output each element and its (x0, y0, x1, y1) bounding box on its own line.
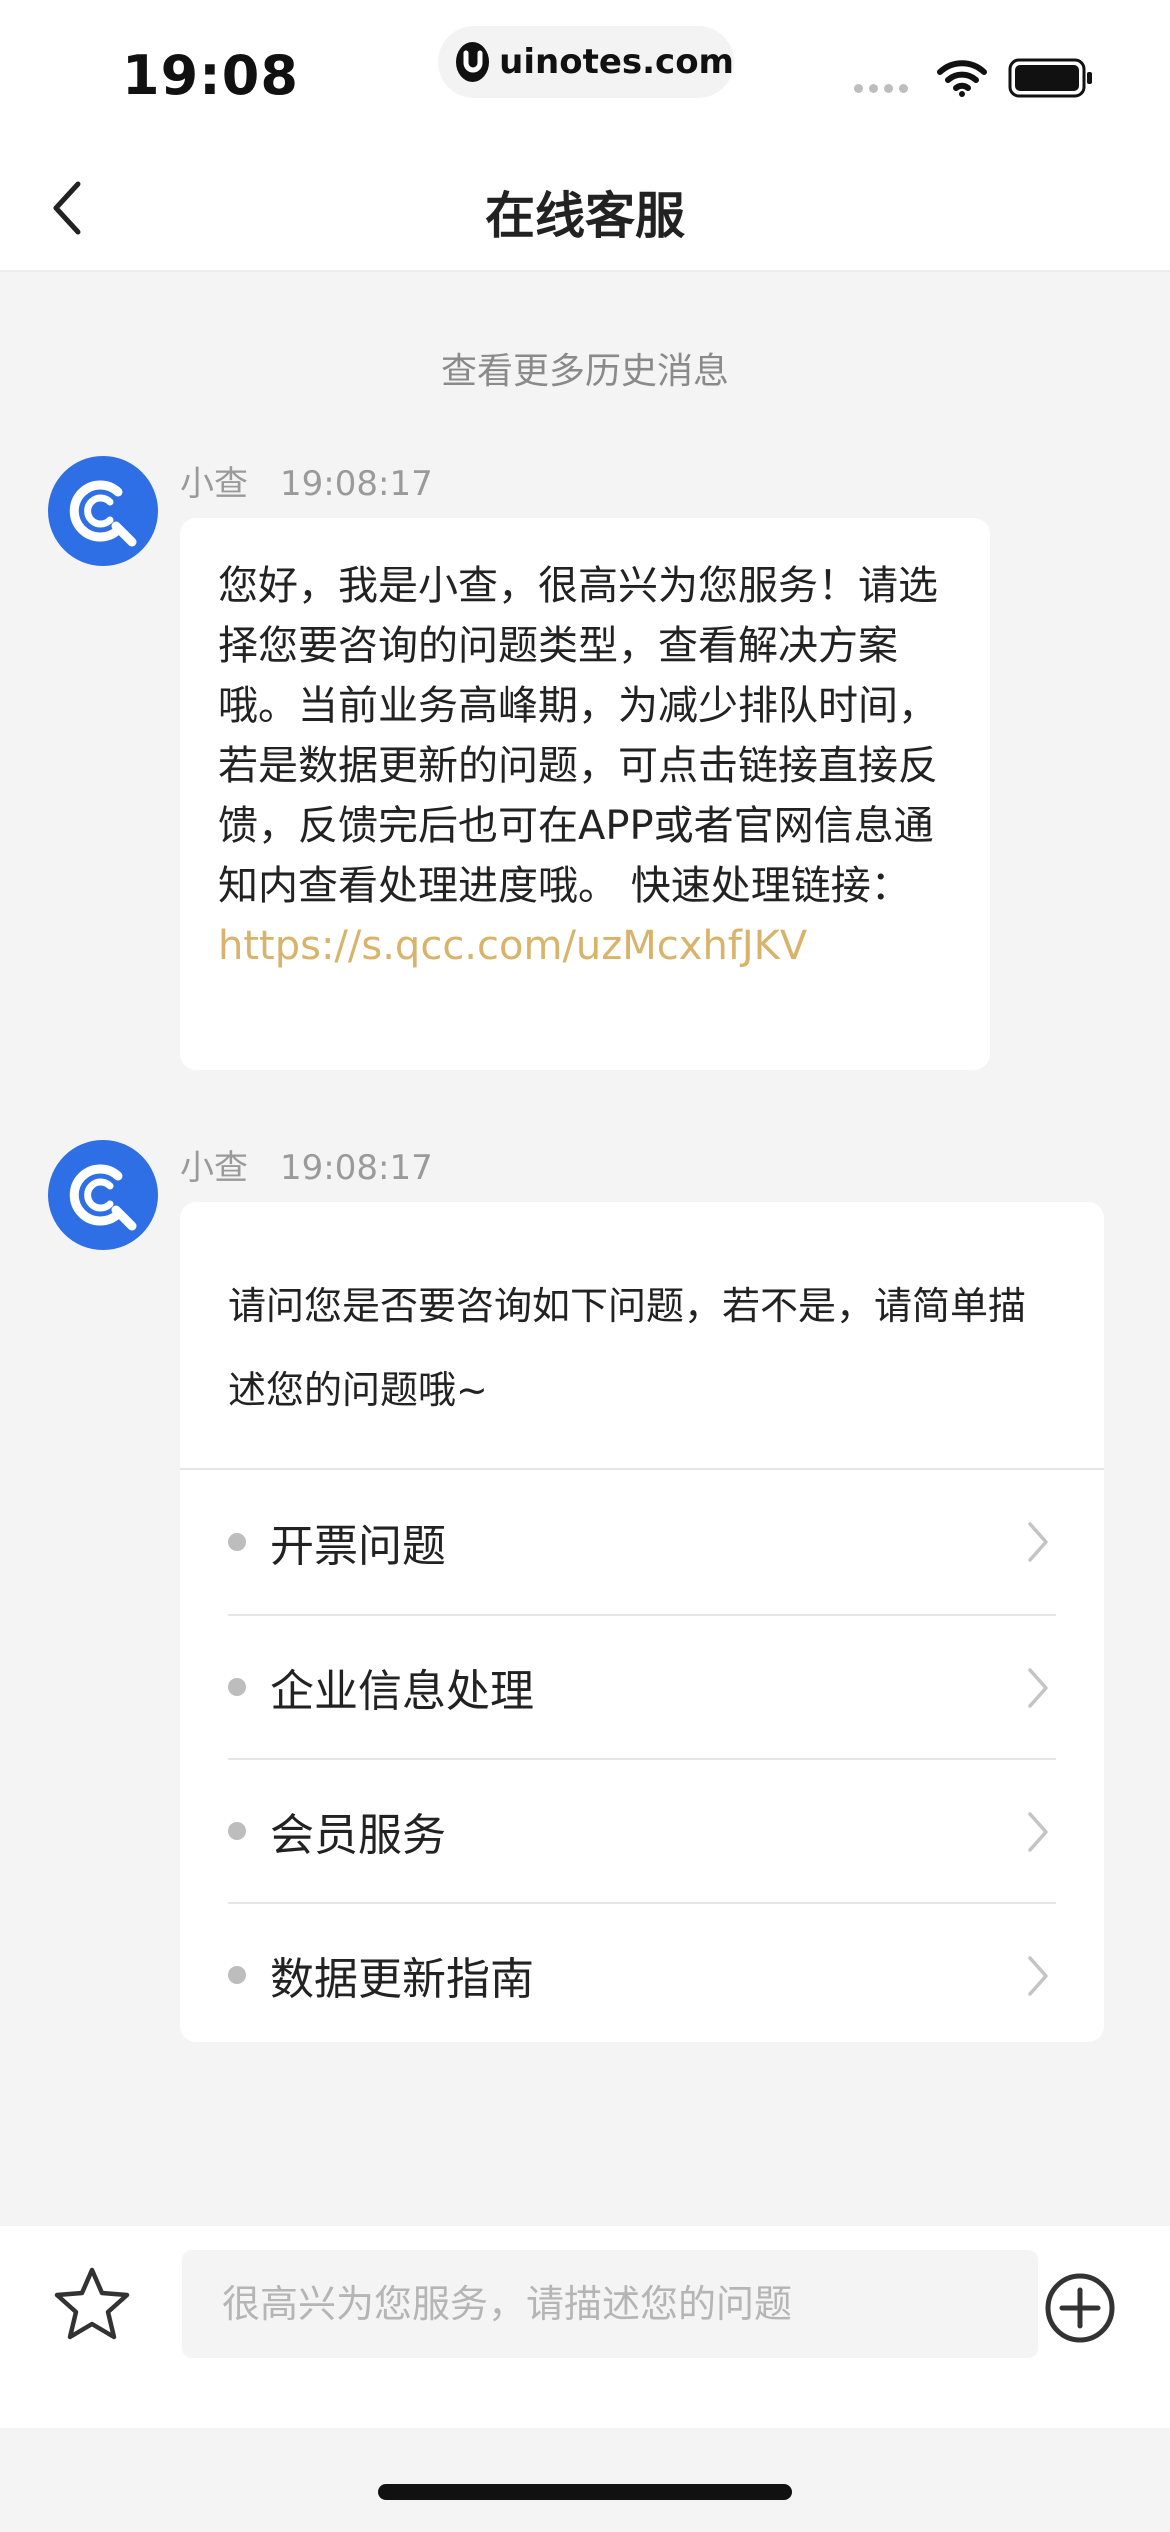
bullet-dot (228, 1966, 246, 1984)
agent-avatar (48, 1140, 158, 1250)
message-bubble: 您好，我是小查，很高兴为您服务！请选择您要咨询的问题类型，查看解决方案哦。当前业… (180, 518, 990, 1070)
option-label: 企业信息处理 (270, 1666, 534, 1717)
sender-name: 小查 (180, 1148, 248, 1188)
option-membership[interactable]: 会员服务 (228, 1758, 1056, 1902)
page-title: 在线客服 (485, 187, 685, 245)
option-label: 数据更新指南 (270, 1954, 534, 2005)
add-plus-icon[interactable] (1044, 2272, 1116, 2344)
message-text: 请问您是否要咨询如下问题，若不是，请简单描述您的问题哦~ (228, 1284, 1027, 1412)
message-time: 19:08:17 (280, 1148, 433, 1188)
site-logo-icon (456, 42, 490, 82)
nav-bar: 在线客服 (0, 140, 1170, 272)
chevron-right-icon (1028, 1522, 1048, 1562)
home-indicator[interactable] (378, 2484, 792, 2500)
qcc-logo-icon (69, 480, 137, 547)
star-icon[interactable] (52, 2264, 132, 2344)
bullet-dot (228, 1822, 246, 1840)
option-data-update-guide[interactable]: 数据更新指南 (228, 1902, 1056, 2046)
option-invoice[interactable]: 开票问题 (228, 1470, 1056, 1614)
url-pill[interactable]: uinotes.com (438, 26, 734, 98)
history-messages-link[interactable]: 查看更多历史消息 (0, 342, 1170, 394)
battery-icon (1008, 58, 1092, 98)
message-text: 您好，我是小查，很高兴为您服务！请选择您要咨询的问题类型，查看解决方案哦。当前业… (218, 563, 938, 909)
wifi-icon (937, 60, 987, 97)
option-label: 会员服务 (270, 1810, 446, 1861)
status-bar: 19:08 uinotes.com (0, 0, 1170, 140)
cellular-signal-icon (854, 84, 908, 93)
message-input[interactable] (182, 2250, 1038, 2358)
chevron-right-icon (1028, 1668, 1048, 1708)
bullet-dot (228, 1533, 246, 1551)
message-meta: 小查 19:08:17 (180, 456, 433, 505)
message-meta: 小查 19:08:17 (180, 1140, 433, 1189)
chevron-right-icon (1028, 1956, 1048, 1996)
sender-name: 小查 (180, 464, 248, 504)
url-text: uinotes.com (499, 42, 734, 82)
agent-avatar (48, 456, 158, 566)
quick-process-link[interactable]: https://s.qcc.com/uzMcxhfJKV (218, 916, 950, 976)
question-options-card: 请问您是否要咨询如下问题，若不是，请简单描述您的问题哦~ 开票问题 企业信息处理… (180, 1202, 1104, 2042)
qcc-logo-icon (69, 1164, 137, 1231)
input-bar (0, 2226, 1170, 2428)
option-label: 开票问题 (270, 1521, 446, 1572)
bullet-dot (228, 1678, 246, 1696)
message-time: 19:08:17 (280, 464, 433, 504)
option-company-info[interactable]: 企业信息处理 (228, 1614, 1056, 1758)
status-time: 19:08 (122, 44, 299, 107)
chevron-right-icon (1028, 1812, 1048, 1852)
